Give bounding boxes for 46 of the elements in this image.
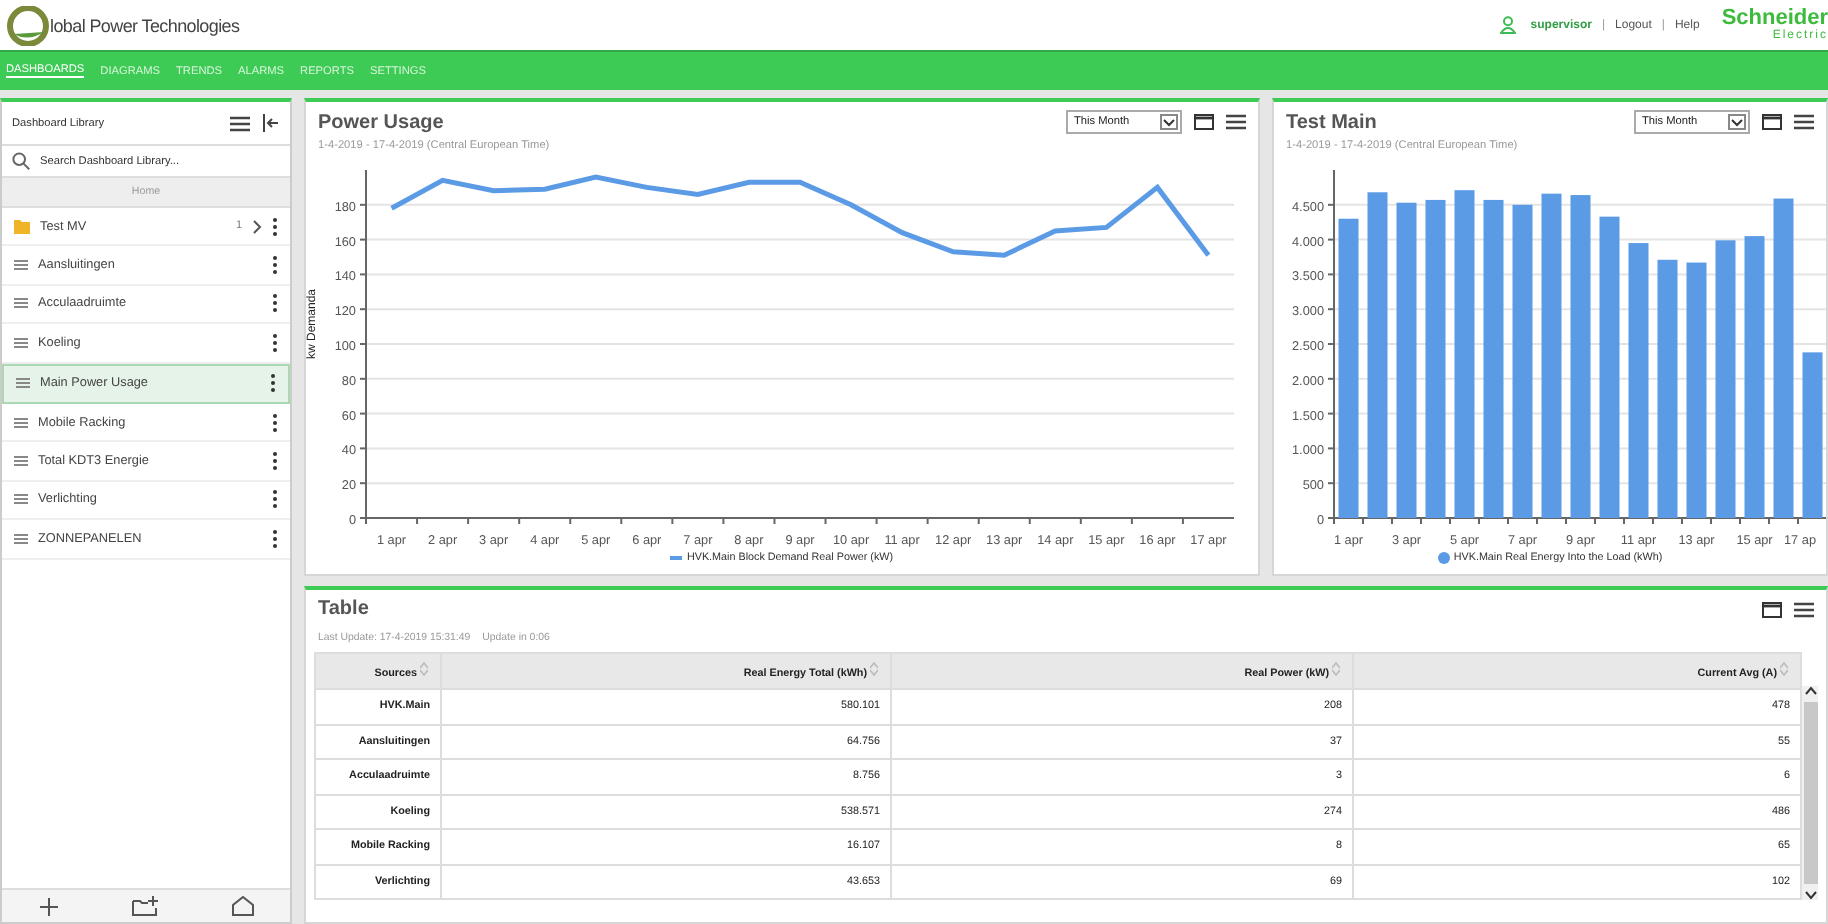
sort-icon <box>420 662 428 676</box>
new-folder-icon[interactable] <box>131 896 157 916</box>
company-logo: lobal Power Technologies <box>6 5 240 45</box>
add-icon[interactable] <box>39 897 57 915</box>
dashboard-icon <box>14 533 28 544</box>
search-icon <box>12 152 30 170</box>
more-icon[interactable] <box>272 529 278 548</box>
maximize-icon[interactable] <box>1762 114 1782 130</box>
panel-title: Power Usage <box>318 111 446 133</box>
collapse-icon[interactable] <box>262 114 280 132</box>
scroll-up-icon[interactable] <box>1803 686 1817 696</box>
more-icon[interactable] <box>272 413 278 432</box>
more-icon[interactable] <box>272 217 278 236</box>
sort-icon <box>1780 662 1788 676</box>
more-icon[interactable] <box>272 490 278 509</box>
sort-icon <box>1332 662 1340 676</box>
chevron-right-icon[interactable] <box>252 219 262 234</box>
dashboard-icon <box>14 337 28 348</box>
folder-icon <box>14 219 30 234</box>
more-icon[interactable] <box>272 294 278 313</box>
maximize-icon[interactable] <box>1194 114 1214 130</box>
more-icon[interactable] <box>270 374 276 393</box>
more-icon[interactable] <box>272 333 278 352</box>
maximize-icon[interactable] <box>1762 601 1782 617</box>
menu-icon[interactable] <box>1226 114 1246 130</box>
dropdown-arrow-icon <box>1160 114 1178 130</box>
panel-title: Table <box>318 598 371 620</box>
menu-icon[interactable] <box>230 115 250 131</box>
dashboard-icon <box>16 378 30 389</box>
scroll-down-icon[interactable] <box>1803 890 1817 900</box>
dashboard-icon <box>14 417 28 428</box>
dashboard-icon <box>14 298 28 309</box>
dashboard-icon <box>14 260 28 271</box>
dashboard-icon <box>14 456 28 467</box>
dropdown-arrow-icon <box>1728 114 1746 130</box>
sort-icon <box>870 662 878 676</box>
menu-icon[interactable] <box>1794 601 1814 617</box>
scrollbar[interactable] <box>1802 686 1818 900</box>
home-icon[interactable] <box>231 896 253 916</box>
user-icon <box>1500 16 1517 34</box>
menu-icon[interactable] <box>1794 114 1814 130</box>
dashboard-icon <box>14 494 28 505</box>
panel-title: Test Main <box>1286 111 1379 133</box>
legend-dot-icon <box>1437 552 1450 564</box>
more-icon[interactable] <box>272 256 278 275</box>
more-icon[interactable] <box>272 452 278 471</box>
